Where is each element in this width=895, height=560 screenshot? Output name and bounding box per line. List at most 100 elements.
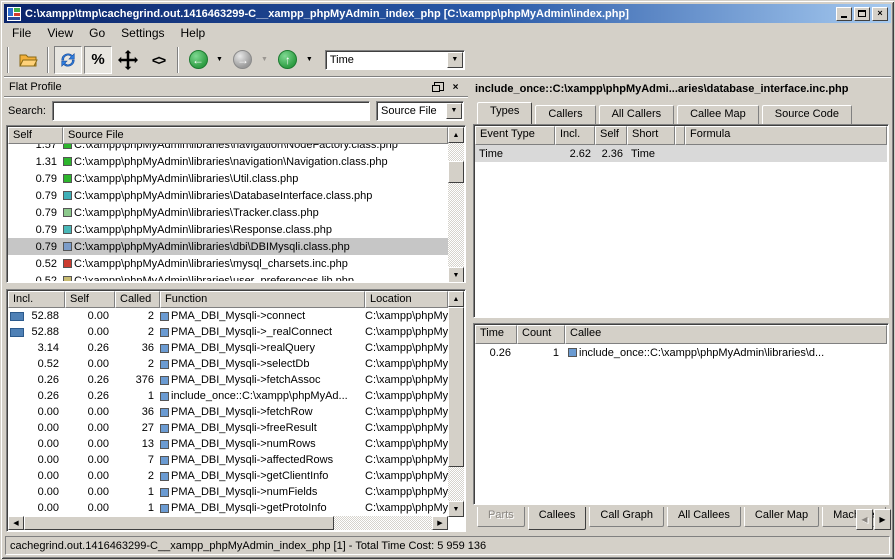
file-row[interactable]: 0.79C:\xampp\phpMyAdmin\libraries\Databa… <box>8 187 448 204</box>
minimize-button[interactable] <box>836 7 852 21</box>
scrollbar-thumb[interactable] <box>448 161 464 183</box>
tab-scroll-left-icon[interactable]: ◀ <box>856 509 873 530</box>
scroll-right-icon[interactable]: ▶ <box>432 516 448 530</box>
file-row[interactable]: 0.79C:\xampp\phpMyAdmin\libraries\dbi\DB… <box>8 238 448 255</box>
file-row[interactable]: 0.52C:\xampp\phpMyAdmin\libraries\mysql_… <box>8 255 448 272</box>
tab-callees[interactable]: Callees <box>528 507 587 530</box>
event-type-combo[interactable]: Time ▼ <box>325 50 465 70</box>
function-row[interactable]: 52.880.002PMA_DBI_Mysqli->_realConnectC:… <box>8 324 448 340</box>
up-dropdown[interactable]: ▼ <box>306 56 313 63</box>
expand-cost-items-button[interactable] <box>114 46 142 74</box>
group-by-combo[interactable]: Source File ▼ <box>376 101 464 121</box>
callee-row[interactable]: 0.261include_once::C:\xampp\phpMyAdmin\l… <box>475 344 887 361</box>
column-header[interactable]: Self <box>65 291 115 308</box>
self-cell: 0.00 <box>65 310 115 322</box>
tab-caller-map[interactable]: Caller Map <box>744 507 819 527</box>
menu-item-help[interactable]: Help <box>173 24 214 42</box>
open-file-button[interactable] <box>14 46 42 74</box>
function-row[interactable]: 0.000.0027PMA_DBI_Mysqli->freeResultC:\x… <box>8 420 448 436</box>
tab-source-code[interactable]: Source Code <box>762 105 852 124</box>
forward-dropdown[interactable]: ▼ <box>261 56 268 63</box>
function-row[interactable]: 52.880.002PMA_DBI_Mysqli->connectC:\xamp… <box>8 308 448 324</box>
file-row[interactable]: 0.52C:\xampp\phpMyAdmin\libraries\user_p… <box>8 272 448 281</box>
tab-callee-map[interactable]: Callee Map <box>677 105 759 124</box>
scroll-left-icon[interactable]: ◀ <box>8 516 24 530</box>
function-row[interactable]: 3.140.2636PMA_DBI_Mysqli->realQueryC:\xa… <box>8 340 448 356</box>
function-hscrollbar[interactable]: ◀ ▶ <box>8 516 448 530</box>
column-header[interactable]: Time <box>475 325 517 344</box>
column-header[interactable] <box>675 126 685 145</box>
menu-item-settings[interactable]: Settings <box>113 24 172 42</box>
tab-scroll-right-icon[interactable]: ▶ <box>874 509 891 530</box>
scrollbar-thumb[interactable] <box>448 307 464 467</box>
back-dropdown[interactable]: ▼ <box>216 56 223 63</box>
function-row[interactable]: 0.000.0013PMA_DBI_Mysqli->numRowsC:\xamp… <box>8 436 448 452</box>
tab-types[interactable]: Types <box>477 102 532 124</box>
file-row[interactable]: 0.79C:\xampp\phpMyAdmin\libraries\Tracke… <box>8 204 448 221</box>
callee-name: include_once::C:\xampp\phpMyAdmin\librar… <box>579 347 824 359</box>
function-row[interactable]: 0.520.002PMA_DBI_Mysqli->selectDbC:\xamp… <box>8 356 448 372</box>
scrollbar-thumb[interactable] <box>24 516 334 530</box>
called-cell: 13 <box>115 438 160 450</box>
dock-float-button[interactable] <box>430 80 445 94</box>
function-row[interactable]: 0.000.0036PMA_DBI_Mysqli->fetchRowC:\xam… <box>8 404 448 420</box>
column-header[interactable]: Formula <box>685 126 887 145</box>
menu-item-file[interactable]: File <box>4 24 39 42</box>
column-header[interactable]: Incl. <box>555 126 595 145</box>
self-cell: 0.00 <box>65 406 115 418</box>
file-row[interactable]: 0.79C:\xampp\phpMyAdmin\libraries\Util.c… <box>8 170 448 187</box>
location-cell: C:\xampp\phpMy <box>365 486 448 498</box>
dock-close-button[interactable]: × <box>448 80 463 94</box>
forward-button[interactable]: → <box>229 46 257 74</box>
file-row[interactable]: 1.31C:\xampp\phpMyAdmin\libraries\naviga… <box>8 153 448 170</box>
column-header[interactable]: Source File <box>63 127 448 144</box>
function-row[interactable]: 0.260.261include_once::C:\xampp\phpMyAd.… <box>8 388 448 404</box>
combo-dropdown-icon[interactable]: ▼ <box>446 103 462 119</box>
column-header[interactable]: Location <box>365 291 448 308</box>
column-header[interactable]: Count <box>517 325 565 344</box>
up-button[interactable]: ↑ <box>274 46 302 74</box>
maximize-icon <box>858 10 866 17</box>
function-row[interactable]: 0.260.26376PMA_DBI_Mysqli->fetchAssocC:\… <box>8 372 448 388</box>
scroll-up-icon[interactable]: ▲ <box>448 127 464 143</box>
column-header[interactable]: Function <box>160 291 365 308</box>
function-row[interactable]: 0.000.002PMA_DBI_Mysqli->getClientInfoC:… <box>8 468 448 484</box>
combo-dropdown-icon[interactable]: ▼ <box>447 52 463 68</box>
column-header[interactable]: Self <box>8 127 63 144</box>
function-vscrollbar[interactable]: ▲ ▼ <box>448 291 464 517</box>
tab-call-graph[interactable]: Call Graph <box>589 507 664 527</box>
incl-cell: 0.00 <box>8 470 65 482</box>
menu-item-view[interactable]: View <box>39 24 81 42</box>
close-button[interactable]: × <box>872 7 888 21</box>
cycle-detection-button[interactable] <box>54 46 82 74</box>
file-row[interactable]: 0.79C:\xampp\phpMyAdmin\libraries\Respon… <box>8 221 448 238</box>
percent-toggle-button[interactable]: % <box>84 46 112 74</box>
tab-callers[interactable]: Callers <box>535 105 595 124</box>
column-header[interactable]: Self <box>595 126 627 145</box>
tab-all-callers[interactable]: All Callers <box>599 105 675 124</box>
scroll-down-icon[interactable]: ▼ <box>448 267 464 283</box>
scroll-up-icon[interactable]: ▲ <box>448 291 464 307</box>
file-path: C:\xampp\phpMyAdmin\libraries\mysql_char… <box>74 258 348 270</box>
function-row[interactable]: 0.000.001PMA_DBI_Mysqli->numFieldsC:\xam… <box>8 484 448 500</box>
column-header[interactable]: Short <box>627 126 675 145</box>
back-button[interactable]: ← <box>184 46 212 74</box>
column-header[interactable]: Event Type <box>475 126 555 145</box>
file-row[interactable]: 1.57C:\xampp\phpMyAdmin\libraries\naviga… <box>8 144 448 153</box>
function-row[interactable]: 0.000.007PMA_DBI_Mysqli->affectedRowsC:\… <box>8 452 448 468</box>
function-table: Incl.SelfCalledFunctionLocation 52.880.0… <box>6 289 466 532</box>
file-path-cell: C:\xampp\phpMyAdmin\libraries\dbi\DBIMys… <box>63 241 448 253</box>
maximize-button[interactable] <box>854 7 870 21</box>
scroll-down-icon[interactable]: ▼ <box>448 501 464 517</box>
event-type-row[interactable]: Time2.622.36Time <box>475 145 887 162</box>
search-input[interactable] <box>52 101 370 121</box>
relative-cost-button[interactable]: <> <box>144 46 172 74</box>
menu-item-go[interactable]: Go <box>81 24 113 42</box>
column-header[interactable]: Callee <box>565 325 887 344</box>
function-row[interactable]: 0.000.001PMA_DBI_Mysqli->getProtoInfoC:\… <box>8 500 448 516</box>
column-header[interactable]: Called <box>115 291 160 308</box>
tab-all-callees[interactable]: All Callees <box>667 507 741 527</box>
file-list-vscrollbar[interactable]: ▲ ▼ <box>448 127 464 283</box>
column-header[interactable]: Incl. <box>8 291 65 308</box>
scrollbar-track[interactable] <box>334 516 432 530</box>
